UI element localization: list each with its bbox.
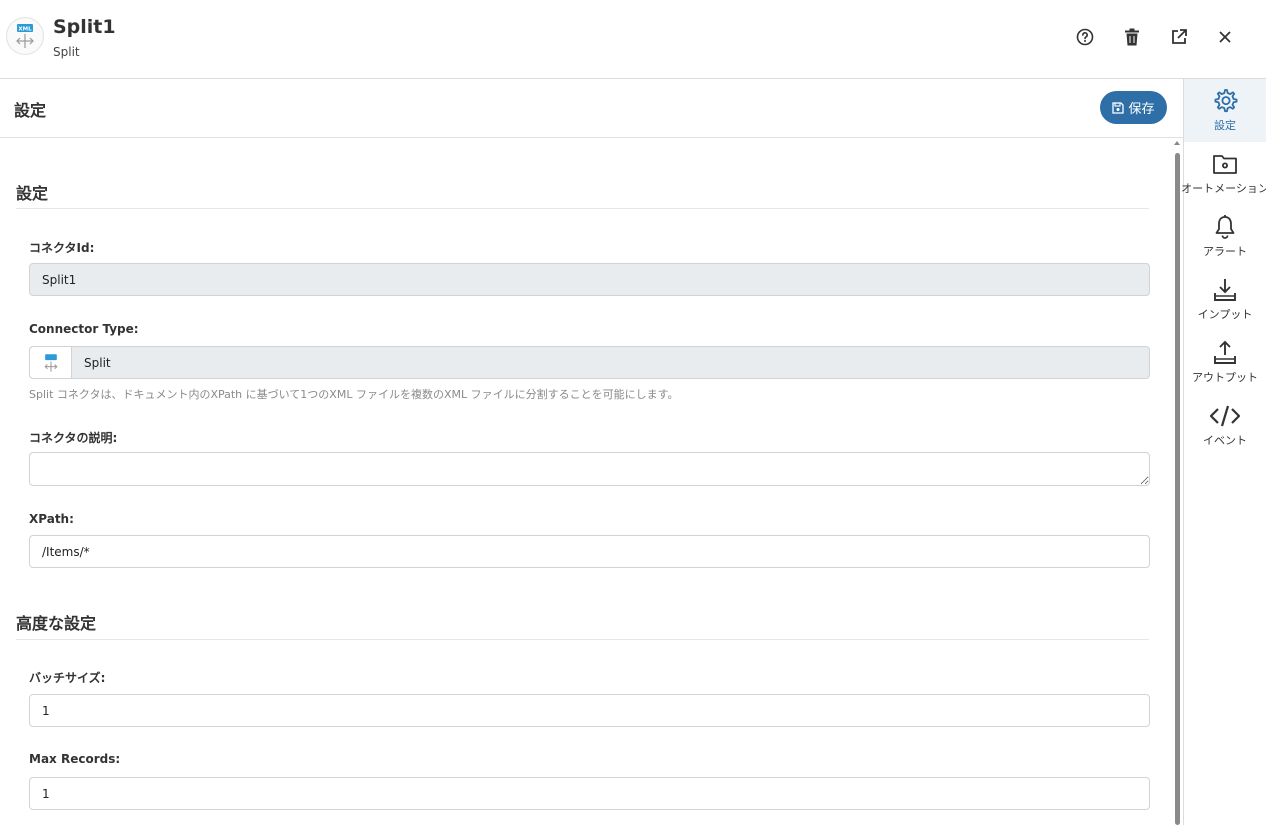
sidebar-item-label: オートメーション xyxy=(1181,182,1266,195)
xml-connector-logo: XML xyxy=(6,17,44,55)
connector-type-field: Split xyxy=(29,346,1150,379)
delete-button[interactable] xyxy=(1119,24,1145,50)
batch-size-label: バッチサイズ: xyxy=(29,671,106,685)
max-records-label: Max Records: xyxy=(29,752,121,766)
connector-id-field: Split1 xyxy=(29,263,1150,296)
connector-id-value: Split1 xyxy=(42,272,77,287)
sidebar-item-label: イベント xyxy=(1203,434,1247,447)
connector-id-label: コネクタId: xyxy=(29,241,95,255)
max-records-input[interactable] xyxy=(29,777,1150,810)
logo-text: XML xyxy=(18,27,32,33)
help-icon xyxy=(1076,28,1094,46)
sidebar-item-events[interactable]: イベント xyxy=(1184,394,1266,457)
connector-type-label: Connector Type: xyxy=(29,322,139,336)
advanced-divider xyxy=(16,639,1149,640)
sidebar-item-automation[interactable]: オートメーション xyxy=(1181,142,1266,205)
xml-split-icon xyxy=(30,347,72,378)
settings-form[interactable]: 設定 コネクタId: Split1 Connector Type: Split … xyxy=(0,139,1172,825)
external-link-icon xyxy=(1172,29,1187,44)
scroll-thumb[interactable] xyxy=(1175,153,1180,825)
description-textarea[interactable] xyxy=(29,452,1150,486)
sidebar-item-input[interactable]: インプット xyxy=(1184,268,1266,331)
trash-icon xyxy=(1125,28,1139,46)
gear-icon xyxy=(1214,89,1238,113)
floppy-disk-icon xyxy=(1112,101,1125,114)
sidebar-item-alerts[interactable]: アラート xyxy=(1184,205,1266,268)
page-header: XML Split1 Split xyxy=(0,0,1266,79)
download-icon xyxy=(1214,279,1236,301)
sidebar-item-label: アラート xyxy=(1203,245,1247,258)
open-external-button[interactable] xyxy=(1166,24,1192,50)
right-sidebar: 設定 オートメーション アラート インプット アウトプット イベント xyxy=(1181,79,1266,825)
settings-group-title: 設定 xyxy=(16,184,49,203)
save-button[interactable]: 保存 xyxy=(1100,91,1167,124)
help-button[interactable] xyxy=(1072,24,1098,50)
scroll-up-arrow[interactable] xyxy=(1174,141,1180,145)
settings-divider xyxy=(16,208,1149,209)
sidebar-item-label: アウトプット xyxy=(1192,371,1258,384)
folder-gear-icon xyxy=(1213,155,1237,174)
sidebar-item-label: インプット xyxy=(1197,308,1253,321)
content-scrollbar[interactable] xyxy=(1172,139,1183,825)
advanced-group-title: 高度な設定 xyxy=(16,614,97,633)
connector-type-value: Split xyxy=(84,355,111,370)
xpath-input[interactable] xyxy=(29,535,1150,568)
batch-size-input[interactable] xyxy=(29,694,1150,727)
sidebar-item-output[interactable]: アウトプット xyxy=(1184,331,1266,394)
description-label: コネクタの説明: xyxy=(29,431,118,445)
save-button-label: 保存 xyxy=(1128,102,1155,117)
section-header: 設定 保存 xyxy=(0,79,1183,138)
xpath-label: XPath: xyxy=(29,512,74,526)
sidebar-item-label: 設定 xyxy=(1214,119,1236,132)
code-icon xyxy=(1209,405,1241,427)
bell-icon xyxy=(1215,215,1235,239)
page-title: Split1 xyxy=(53,16,116,38)
close-button[interactable] xyxy=(1212,24,1238,50)
sidebar-item-settings[interactable]: 設定 xyxy=(1184,79,1266,142)
connector-type-help: Split コネクタは、ドキュメント内のXPath に基づいて1つのXML ファ… xyxy=(29,388,679,401)
upload-icon xyxy=(1214,340,1236,364)
page-subtitle: Split xyxy=(53,45,80,59)
section-title: 設定 xyxy=(14,101,47,120)
close-icon xyxy=(1219,31,1231,43)
main-panel: 設定 保存 設定 コネクタId: Split1 Connector Type: xyxy=(0,79,1183,825)
